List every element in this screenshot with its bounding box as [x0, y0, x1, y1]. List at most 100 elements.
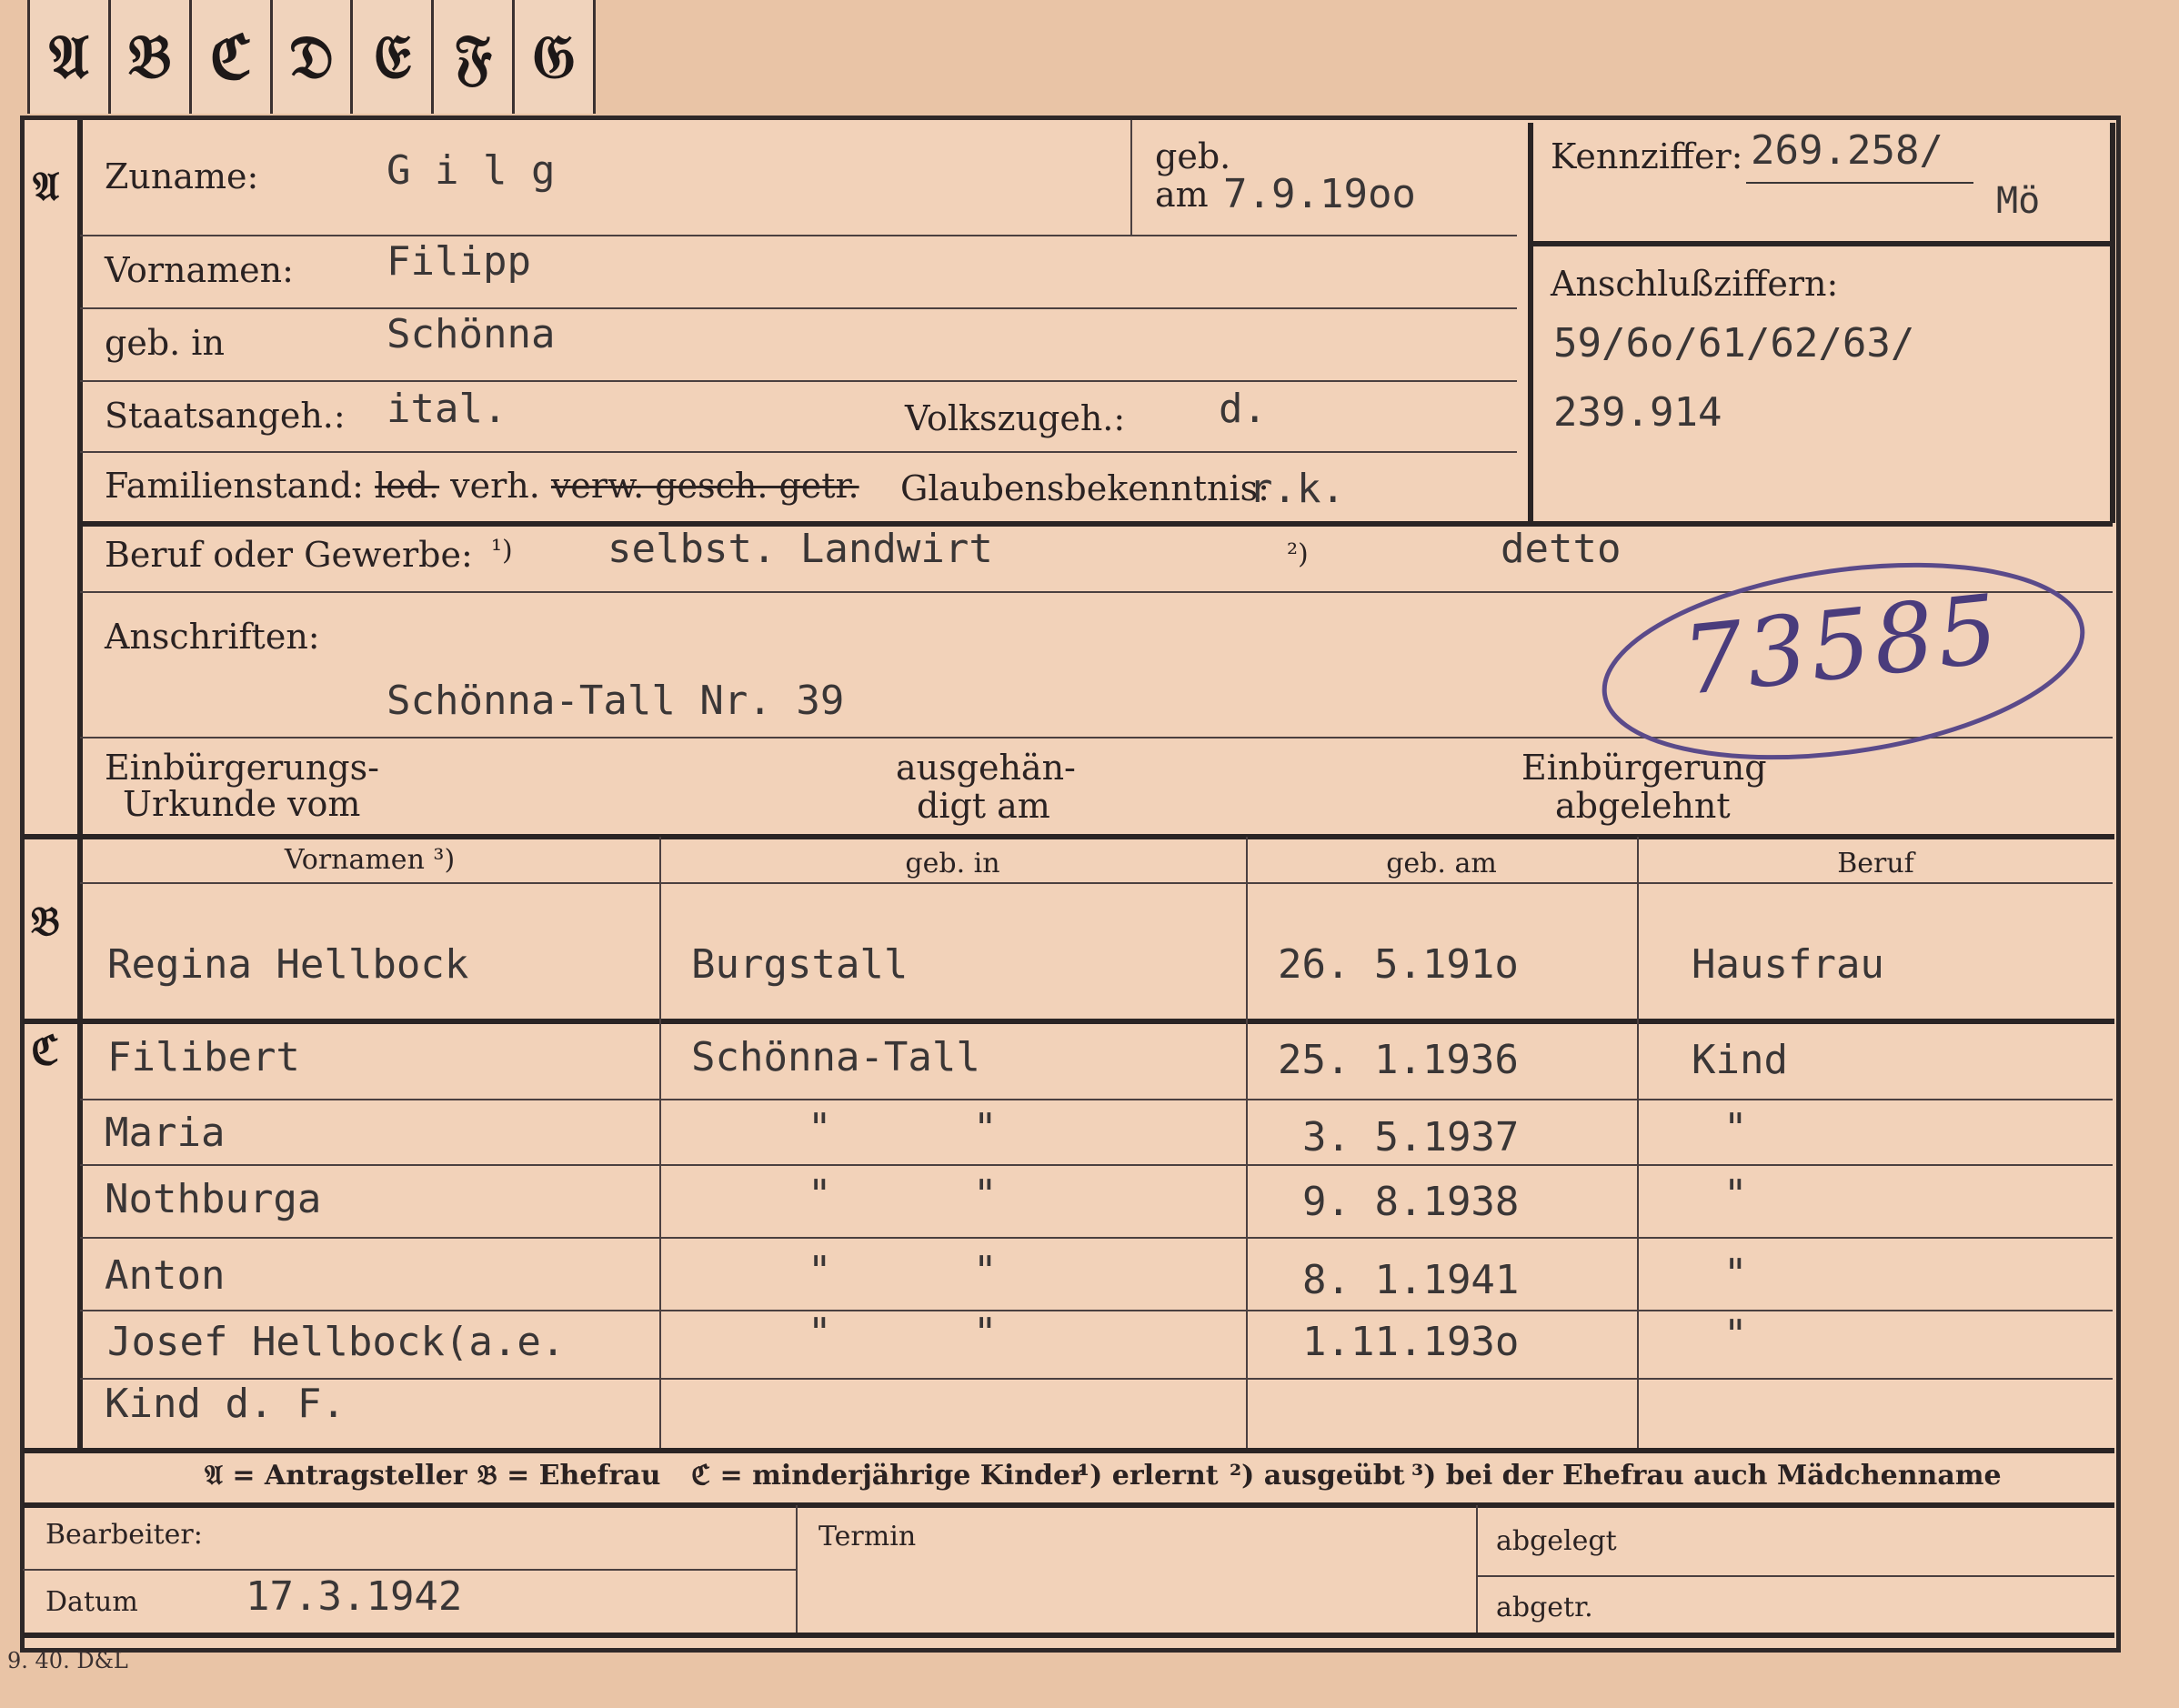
value-zuname: G i l g [387, 147, 556, 194]
label-am: am [1155, 175, 1209, 215]
child-geb-in-ditto: " [973, 1310, 998, 1356]
col-line [1130, 120, 1132, 235]
row-line [80, 1378, 2113, 1380]
box-line [1528, 241, 2114, 246]
label-einb-abgelehnt-1: Einbürgerung [1521, 748, 1767, 788]
label-geb: geb. [1155, 136, 1231, 176]
label-staatsangeh: Staatsangeh.: [105, 396, 346, 436]
label-einb-urkunde-1: Einbürgerungs- [105, 748, 379, 788]
value-anschrift: Schönna-Tall Nr. 39 [387, 678, 845, 724]
child-name: Josef Hellbock(a.e. [107, 1319, 566, 1365]
label-abgetr: abgetr. [1496, 1592, 1593, 1623]
label-bearbeiter: Bearbeiter: [45, 1519, 203, 1551]
child-geb-in-ditto: " [808, 1105, 832, 1151]
row-line [80, 1099, 2113, 1100]
label-ausgehaendigt-1: ausgehän- [896, 748, 1076, 788]
label-glaubensbekenntnis: Glaubensbekenntnis: [900, 468, 1270, 508]
child-geb-am: 8. 1.1941 [1302, 1257, 1520, 1303]
tab-c: ℭ [192, 0, 273, 114]
legend-c: ℭ = minderjährige Kinder [691, 1460, 1085, 1492]
footer-bottom-line [23, 1633, 2114, 1638]
label-zuname: Zuname: [105, 156, 259, 196]
label-ausgehaendigt-2: digt am [917, 786, 1050, 826]
header-vornamen: Vornamen ³) [284, 844, 456, 876]
child-geb-am: 9. 8.1938 [1302, 1179, 1520, 1225]
value-datum: 17.3.1942 [246, 1573, 463, 1620]
child-beruf: Kind [1692, 1037, 1788, 1083]
row-line [1478, 1575, 2114, 1577]
child-geb-in-ditto: " [973, 1105, 998, 1151]
child-geb-in-ditto: " [808, 1248, 832, 1294]
row-line [80, 380, 1517, 382]
child-beruf-ditto: " [1723, 1311, 1748, 1358]
index-tabs: 𝔄 𝔅 ℭ 𝔇 𝔈 𝔉 𝔊 [27, 0, 597, 114]
child-beruf-ditto: " [1723, 1171, 1748, 1218]
spouse-name: Regina Hellbock [107, 941, 469, 988]
row-line [80, 882, 2113, 884]
child-geb-in-ditto: " [973, 1171, 998, 1218]
familienstand-verh: verh. [450, 466, 540, 506]
child-beruf-ditto: " [1723, 1105, 1748, 1151]
section-a-letter: 𝔄 [33, 164, 60, 210]
label-einb-abgelehnt-2: abgelehnt [1555, 786, 1731, 826]
child-geb-in-ditto: " [808, 1171, 832, 1218]
child-geb-in-ditto: " [973, 1248, 998, 1294]
legend-bottom-divider [23, 1502, 2114, 1508]
row-line [80, 521, 2113, 527]
legend-top-divider [23, 1448, 2114, 1453]
value-anschlussziffern-2: 239.914 [1553, 389, 1722, 436]
label-datum: Datum [45, 1586, 138, 1618]
label-volkszugeh: Volkszugeh.: [905, 398, 1126, 438]
value-glaubensbekenntnis: r.k. [1249, 466, 1345, 512]
beruf-note-2: ²) [1287, 538, 1309, 570]
printer-mark: 9. 40. D&L [7, 1648, 128, 1673]
col-line [1637, 837, 1639, 1448]
familienstand-label: Familienstand: [105, 466, 364, 506]
value-staatsangeh: ital. [387, 386, 507, 432]
kennziffer-underline [1746, 182, 1973, 184]
value-geb-am: 7.9.19oo [1223, 171, 1416, 217]
label-vornamen: Vornamen: [105, 250, 294, 290]
col-line [659, 837, 661, 1448]
col-line [1246, 837, 1248, 1448]
label-einb-urkunde-2: Urkunde vom [123, 784, 361, 824]
value-kennziffer-suffix: Mö [1996, 180, 2041, 222]
row-line [80, 307, 1517, 309]
spouse-beruf: Hausfrau [1692, 941, 1884, 988]
child-name: Maria [105, 1110, 226, 1156]
row-line [23, 1569, 796, 1571]
legend-note-2: ²) ausgeübt [1230, 1460, 1405, 1492]
tab-e: 𝔈 [353, 0, 435, 114]
row-line [80, 1237, 2113, 1239]
familienstand-struck: verw. gesch. getr. [550, 466, 859, 506]
legend-a: 𝔄 = Antragsteller [205, 1460, 467, 1492]
value-anschlussziffern-1: 59/6o/61/62/63/ [1553, 320, 1915, 367]
row-line [80, 235, 1517, 236]
child-geb-am: 25. 1.1936 [1278, 1037, 1519, 1083]
child-geb-am: 1.11.193o [1302, 1319, 1520, 1365]
spouse-geb-am: 26. 5.191o [1278, 941, 1519, 988]
label-anschlussziffern: Anschlußziffern: [1551, 264, 1839, 304]
label-abgelegt: abgelegt [1496, 1525, 1617, 1557]
child-name: Nothburga [105, 1176, 322, 1222]
spouse-geb-in: Burgstall [691, 941, 909, 988]
value-vornamen: Filipp [387, 238, 531, 285]
child-name: Anton [105, 1252, 226, 1299]
label-kennziffer: Kennziffer: [1551, 136, 1743, 176]
section-column-line [77, 120, 83, 1448]
tab-b: 𝔅 [111, 0, 192, 114]
value-volkszugeh: d. [1219, 386, 1267, 432]
label-familienstand: Familienstand: led. verh. verw. gesch. g… [105, 466, 859, 506]
col-line [1476, 1505, 1478, 1633]
child-beruf-ditto: " [1723, 1251, 1748, 1297]
row-line [80, 1310, 2113, 1311]
legend-b: 𝔅 = Ehefrau [477, 1460, 661, 1492]
value-beruf-erlernt: selbst. Landwirt [608, 526, 993, 572]
row-line [80, 451, 1517, 453]
value-kennziffer: 269.258/ [1751, 127, 1943, 174]
child-name: Kind d. F. [105, 1381, 346, 1427]
header-geb-am: geb. am [1386, 848, 1497, 879]
value-geb-in: Schönna [387, 311, 556, 357]
familienstand-led: led. [375, 466, 440, 506]
tab-g: 𝔊 [515, 0, 597, 114]
